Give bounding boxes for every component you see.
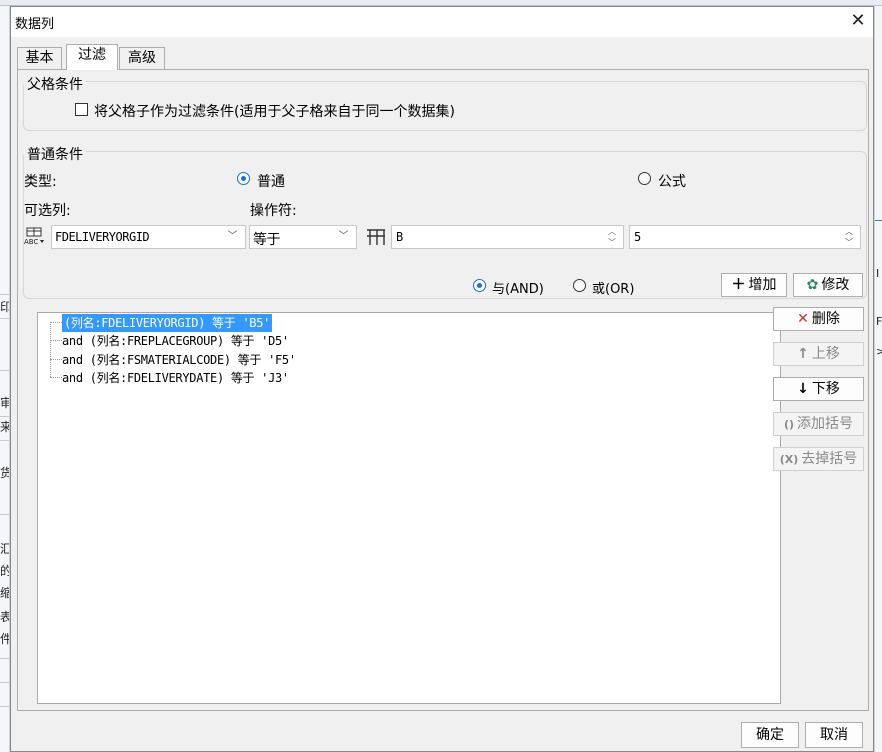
delete-button-label: 删除 [811,311,840,327]
condition-item[interactable]: and (列名:FDELIVERYDATE) 等于 'J3' [62,369,289,387]
tab-basic[interactable]: 基本 [17,47,62,70]
move-down-button-label: 下移 [811,381,840,397]
column-label: 可选列: [24,203,71,219]
bg-char: 缩 [0,586,9,600]
add-button[interactable]: ＋增加 [721,273,787,297]
ok-button-label: 确定 [756,727,784,743]
background-right-panel: I F > [874,6,882,752]
operator-select-value: 等于 [253,232,281,248]
tree-line [50,377,62,378]
svg-text:ABC: ABC [24,238,38,246]
edit-icon: ✿ [806,277,819,293]
add-button-label: 增加 [748,277,777,293]
bg-char: > [876,346,882,358]
spin-up-icon[interactable]: ︿ [603,226,621,237]
type-radio-normal[interactable] [237,172,250,185]
move-down-button[interactable]: ↓ 下移 [773,377,864,401]
logic-radio-or[interactable] [573,279,586,292]
logic-radio-and-label: 与(AND) [492,282,544,297]
tab-filter-label: 过滤 [78,47,106,63]
logic-radio-or-label: 或(OR) [592,282,635,297]
bg-char: 的 [0,564,9,578]
grid-cell-icon[interactable] [365,227,387,247]
spin-down-icon[interactable]: ﹀ [840,237,858,248]
condition-item[interactable]: and (列名:FREPLACEGROUP) 等于 'D5' [62,332,289,350]
remove-bracket-icon: (X) [779,453,799,466]
move-up-button-label: 上移 [811,346,840,362]
bg-char: 审 [0,396,9,410]
tab-advanced[interactable]: 高级 [119,47,165,70]
cancel-button[interactable]: 取消 [805,722,863,748]
tab-advanced-label: 高级 [128,50,156,66]
delete-button[interactable]: ✕ 删除 [773,307,864,331]
bg-char: I [876,268,880,280]
type-label: 类型: [24,174,57,190]
cancel-button-label: 取消 [820,727,848,743]
spin-down-icon[interactable]: ﹀ [603,237,621,248]
cell-column-spinner[interactable]: B ︿ ﹀ [391,225,624,249]
bg-char: F [876,316,882,328]
tree-line [50,340,62,341]
bg-char: 件 [0,632,9,646]
tab-filter[interactable]: 过滤 [66,44,118,70]
delete-x-icon: ✕ [797,311,809,327]
logic-radio-and[interactable] [473,279,486,292]
data-column-dialog: 数据列 ✕ 基本 过滤 高级 父格条件 将父格子作为过滤条件(适用于父子格来自于… [10,6,874,752]
remove-bracket-button[interactable]: (X) 去掉括号 [773,447,864,471]
bracket-icon: () [783,418,795,431]
bg-char: 货 [0,466,9,480]
background-left-panel: 印 审 来 货 汇 的 缩 表 件 [0,6,10,752]
edit-button[interactable]: ✿ 修改 [793,273,863,297]
tree-line [50,322,51,377]
parent-condition-legend: 父格条件 [24,74,86,94]
bg-char: 印 [0,300,9,314]
bg-char: 表 [0,610,9,624]
add-bracket-button[interactable]: () 添加括号 [773,412,864,436]
tree-line [50,322,62,323]
tree-line [50,359,62,360]
column-type-icon: ABC [24,227,48,247]
condition-item[interactable]: and (列名:FSMATERIALCODE) 等于 'F5' [62,351,296,369]
arrow-up-icon: ↑ [797,346,809,362]
remove-bracket-button-label: 去掉括号 [801,451,858,467]
parent-filter-checkbox-label: 将父格子作为过滤条件(适用于父子格来自于同一个数据集) [94,104,455,120]
bg-char: 汇 [0,542,9,556]
close-icon[interactable]: ✕ [847,10,869,32]
spin-up-icon[interactable]: ︿ [840,226,858,237]
edit-button-label: 修改 [821,277,850,293]
column-select[interactable]: FDELIVERYORGID ﹀ [51,225,246,249]
move-up-button[interactable]: ↑ 上移 [773,342,864,366]
cell-column-value: B [396,230,404,244]
cell-row-value: 5 [634,230,642,244]
plus-icon: ＋ [731,277,746,293]
title-bar: 数据列 ✕ [11,7,873,37]
chevron-down-icon: ﹀ [330,226,356,248]
condition-item[interactable]: (列名:FDELIVERYORGID) 等于 'B5' [62,314,273,332]
arrow-down-icon: ↓ [797,381,809,397]
ok-button[interactable]: 确定 [741,722,799,748]
normal-condition-legend: 普通条件 [24,144,86,164]
type-radio-formula-label: 公式 [658,174,686,190]
type-radio-normal-label: 普通 [257,174,285,190]
type-radio-formula[interactable] [638,172,651,185]
operator-select[interactable]: 等于 ﹀ [249,225,357,249]
dialog-title: 数据列 [15,17,55,32]
add-bracket-button-label: 添加括号 [797,416,854,432]
chevron-down-icon: ﹀ [219,226,245,248]
condition-list[interactable]: (列名:FDELIVERYORGID) 等于 'B5' and (列名:FREP… [37,312,781,704]
cell-row-spinner[interactable]: 5 ︿ ﹀ [629,225,861,249]
bg-char: 来 [0,420,9,434]
operator-label: 操作符: [250,203,297,219]
column-select-value: FDELIVERYORGID [55,230,150,244]
tab-basic-label: 基本 [25,50,54,66]
parent-filter-checkbox[interactable] [75,103,88,116]
